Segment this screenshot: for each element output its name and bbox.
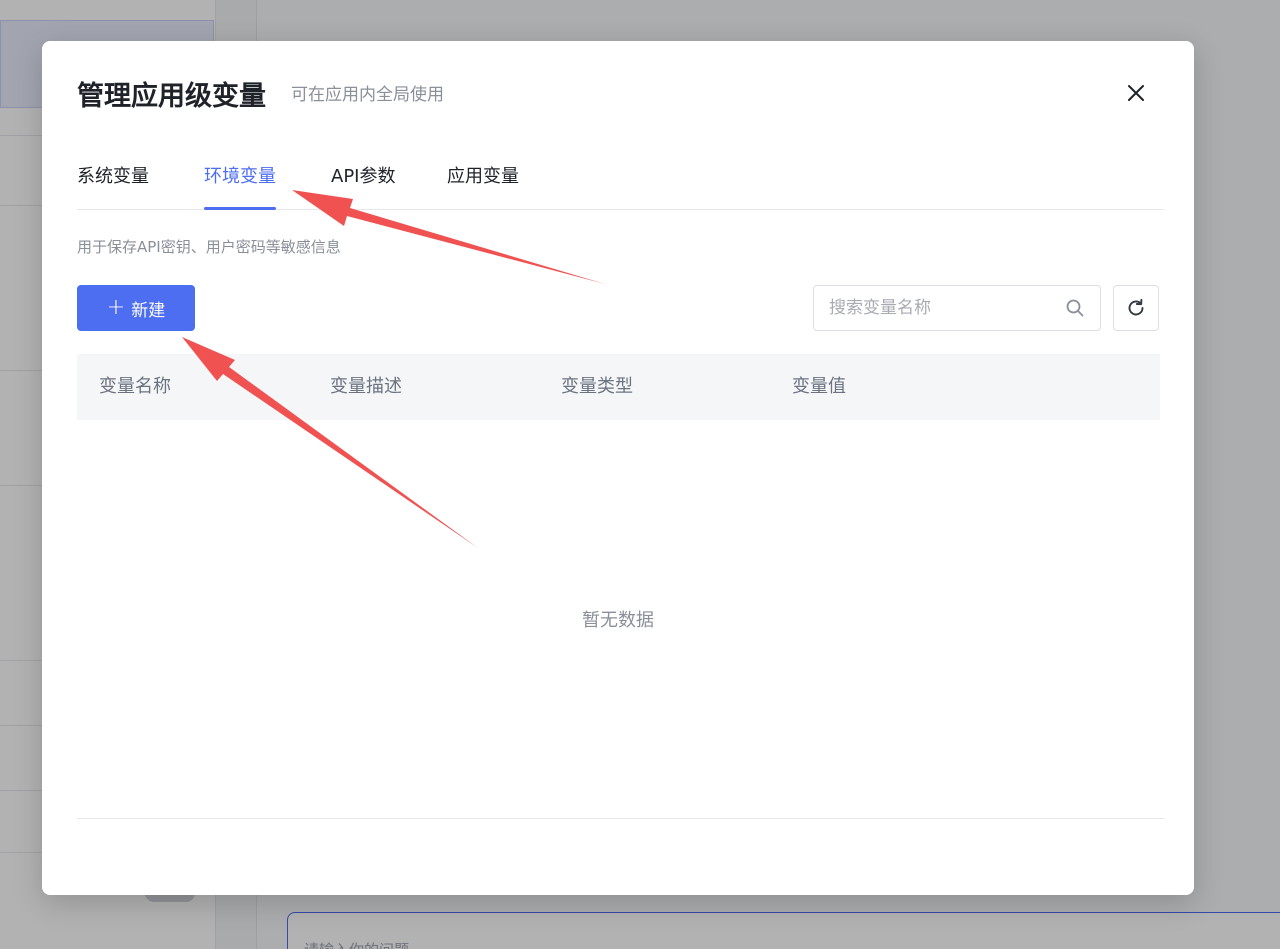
plus-icon: + [106, 295, 126, 320]
tab-description: 用于保存API密钥、用户密码等敏感信息 [77, 238, 341, 256]
column-header-type: 变量类型 [561, 376, 633, 397]
dialog-title: 管理应用级变量 [77, 81, 266, 112]
tab-system-variables[interactable]: 系统变量 [77, 161, 149, 209]
close-button[interactable] [1122, 79, 1150, 107]
variable-tabs: 系统变量 环境变量 API参数 应用变量 [77, 161, 1164, 210]
tab-app-variables[interactable]: 应用变量 [447, 161, 519, 209]
search-icon[interactable] [1064, 297, 1086, 319]
tab-api-parameters[interactable]: API参数 [331, 161, 395, 209]
new-variable-button[interactable]: + 新建 [77, 285, 195, 331]
footer-divider [77, 818, 1164, 819]
close-icon [1128, 85, 1144, 101]
column-header-value: 变量值 [792, 376, 846, 397]
tab-environment-variables[interactable]: 环境变量 [204, 161, 276, 210]
refresh-button[interactable] [1113, 285, 1159, 331]
refresh-icon [1128, 298, 1144, 316]
search-field [813, 285, 1101, 331]
column-header-description: 变量描述 [330, 376, 402, 397]
new-button-label: 新建 [131, 300, 166, 321]
column-header-name: 变量名称 [99, 376, 171, 397]
empty-state-text: 暂无数据 [582, 610, 654, 631]
dialog-subtitle: 可在应用内全局使用 [291, 85, 444, 105]
manage-variables-dialog: 管理应用级变量 可在应用内全局使用 系统变量 环境变量 API参数 应用变量 用… [42, 41, 1194, 895]
search-input[interactable] [827, 297, 1064, 319]
table-header: 变量名称 变量描述 变量类型 变量值 [77, 354, 1160, 420]
